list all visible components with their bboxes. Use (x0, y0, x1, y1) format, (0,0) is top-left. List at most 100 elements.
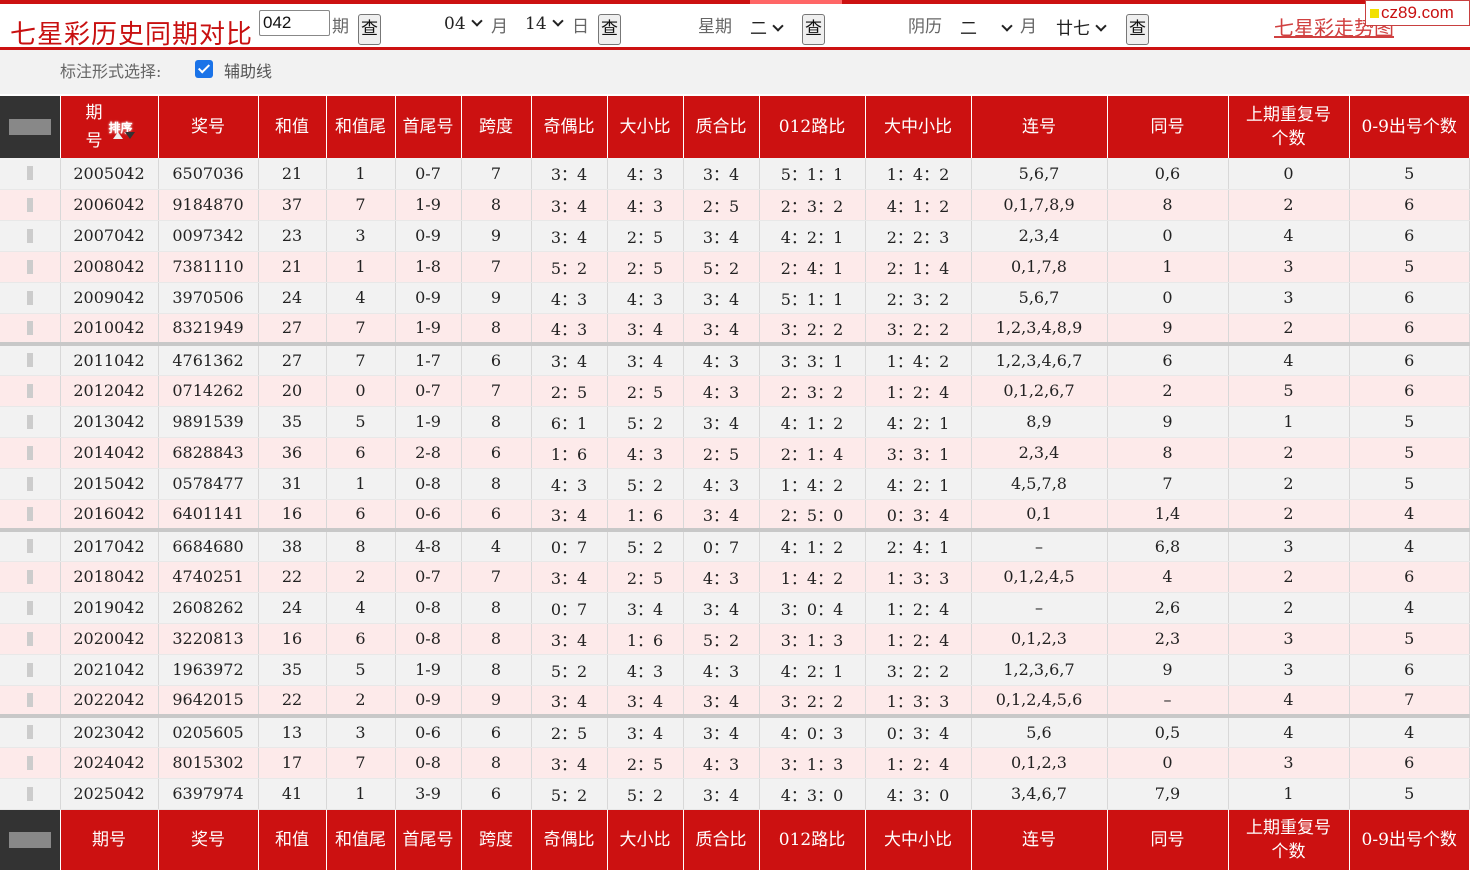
table-cell: 2025042 (60, 778, 159, 810)
lunar-month-select[interactable]: 二 (960, 14, 1013, 39)
table-cell: 2015042 (60, 468, 159, 500)
table-cell: 2008042 (60, 251, 159, 283)
table-cell: 1,2,3,4,6,7 (971, 344, 1108, 376)
date-query-button[interactable]: 查 (598, 14, 621, 45)
table-cell: 2：5 (607, 220, 684, 252)
table-cell: 1：2：4 (865, 592, 972, 624)
table-row: 2022042 9642015 22 2 0-9 9 3：4 3：4 3：4 3：2：2 1：3：3… (0, 685, 1470, 718)
table-cell: 8 (461, 189, 532, 221)
table-cell: 8 (461, 654, 532, 686)
lunar-query-button[interactable]: 查 (1126, 14, 1149, 45)
table-cell: 6 (326, 499, 396, 532)
table-cell: 1：4：2 (759, 561, 866, 593)
blurred-cell (0, 530, 61, 562)
table-cell: 0：3：4 (865, 499, 972, 532)
table-cell: 6,8 (1107, 530, 1229, 562)
options-bar: 标注形式选择: 辅助线 (0, 50, 1470, 94)
table-cell: 4：0：3 (759, 716, 866, 748)
table-cell: 2：4：1 (759, 251, 866, 283)
table-cell: 0097342 (158, 220, 259, 252)
footer-odd-even: 奇偶比 (531, 809, 608, 870)
header-span: 跨度 (461, 96, 532, 158)
table-cell: 3：4 (683, 592, 760, 624)
table-cell: 3-9 (395, 778, 462, 810)
table-cell: 35 (258, 406, 327, 438)
table-cell: 8 (461, 313, 532, 346)
table-cell: 8321949 (158, 313, 259, 346)
table-cell: 4：3：0 (865, 778, 972, 810)
table-cell: 0 (1228, 158, 1350, 190)
day-select[interactable]: 14 (525, 14, 564, 34)
table-cell: 0 (1107, 282, 1229, 314)
chevron-down-icon (551, 15, 564, 27)
header-big-mid-small: 大中小比 (865, 96, 972, 158)
table-row: 2024042 8015302 17 7 0-8 8 3：4 2：5 4：3 3：1：3 1：2：4… (0, 747, 1470, 779)
table-cell: 5：2 (607, 406, 684, 438)
table-cell: 7 (461, 561, 532, 593)
month-select[interactable]: 04 (444, 14, 483, 34)
period-input[interactable] (259, 10, 330, 36)
header-number: 奖号 (158, 96, 259, 158)
aux-line-checkbox[interactable] (195, 60, 213, 78)
header-first-last: 首尾号 (395, 96, 462, 158)
table-cell: 4：3 (683, 344, 760, 376)
table-cell: 1-7 (395, 344, 462, 376)
table-cell: 4 (1107, 561, 1229, 593)
blurred-cell (0, 251, 61, 283)
sort-icon[interactable]: 排序 (109, 118, 135, 139)
header-012-route: 012路比 (759, 96, 866, 158)
table-cell: 3：4 (607, 716, 684, 748)
table-cell: 2011042 (60, 344, 159, 376)
table-cell: 3 (1228, 623, 1350, 655)
lunar-day-select[interactable]: 廿七 (1056, 14, 1107, 39)
footer-period: 期号 (60, 809, 159, 870)
table-cell: 5 (1349, 437, 1470, 469)
table-cell: 7 (1107, 468, 1229, 500)
table-cell: 3 (1228, 654, 1350, 686)
table-cell: – (971, 530, 1108, 562)
table-cell: 3 (326, 220, 396, 252)
weekday-query-button[interactable]: 查 (802, 14, 825, 45)
weekday-label: 星期 (698, 17, 732, 37)
header-period[interactable]: 期号排序 (60, 96, 159, 158)
table-row: 2019042 2608262 24 4 0-8 8 0：7 3：4 3：4 3：0：4 1：2：4… (0, 592, 1470, 624)
table-cell: 3：2：2 (759, 685, 866, 718)
chevron-down-icon (1095, 20, 1107, 32)
table-cell: 0：3：4 (865, 716, 972, 748)
table-cell: 3：4 (683, 158, 760, 190)
table-cell: 7 (461, 251, 532, 283)
table-cell: 6 (326, 437, 396, 469)
aux-line-label[interactable]: 辅助线 (224, 58, 272, 82)
table-cell: 2016042 (60, 499, 159, 532)
table-cell: 2024042 (60, 747, 159, 779)
table-cell: 0-7 (395, 158, 462, 190)
table-cell: 4：3 (531, 313, 608, 346)
table-cell: 7,9 (1107, 778, 1229, 810)
footer-012-route: 012路比 (759, 809, 866, 870)
table-row: 2018042 4740251 22 2 0-7 7 3：4 2：5 4：3 1：4：2 1：3：3… (0, 561, 1470, 593)
table-cell: 2013042 (60, 406, 159, 438)
table-cell: 3：2：2 (865, 654, 972, 686)
table-cell: 6507036 (158, 158, 259, 190)
table-cell: 2 (1228, 499, 1350, 532)
table-cell: 0-9 (395, 282, 462, 314)
table-cell: 4：3 (683, 468, 760, 500)
table-cell: 2：5：0 (759, 499, 866, 532)
weekday-select[interactable]: 二 (750, 14, 784, 39)
table-row: 2005042 6507036 21 1 0-7 7 3：4 4：3 3：4 5：1：1 1：4：2… (0, 158, 1470, 190)
table-cell: 2 (1228, 189, 1350, 221)
table-cell: 2 (1228, 592, 1350, 624)
footer-big-small: 大小比 (607, 809, 684, 870)
table-cell: 6 (1349, 747, 1470, 779)
period-query-button[interactable]: 查 (358, 14, 381, 45)
table-cell: 3：2：2 (759, 313, 866, 346)
footer-repeat-count: 上期重复号 个数 (1228, 809, 1350, 870)
table-cell: 2007042 (60, 220, 159, 252)
table-cell: 21 (258, 158, 327, 190)
table-cell: 2：5 (607, 747, 684, 779)
table-cell: 0,5 (1107, 716, 1229, 748)
table-cell: 1 (1107, 251, 1229, 283)
footer-number: 奖号 (158, 809, 259, 870)
table-cell: 3970506 (158, 282, 259, 314)
table-cell: 0 (326, 375, 396, 407)
